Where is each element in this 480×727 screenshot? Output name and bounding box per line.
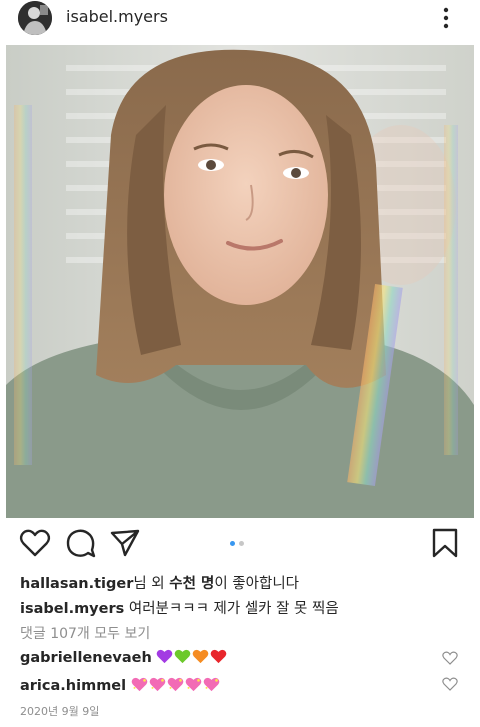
sparkling-heart-icon [149,677,166,692]
profile-avatar-icon [18,1,52,35]
post-date: 2020년 9월 9일 [20,705,100,718]
share-button[interactable] [108,526,142,560]
sparkling-heart-icon [131,677,148,692]
sparkling-heart-icon [167,677,184,692]
comment-bubble-icon [66,529,96,558]
like-button[interactable] [18,526,52,560]
sparkling-heart-icon [185,677,202,692]
post-header: isabel.myers [0,0,480,38]
post-caption: isabel.myers 여러분ㅋㅋㅋ 제가 셀카 잘 못 찍음 [20,597,339,618]
sparkling-heart-icon [203,677,220,692]
paper-plane-icon [110,529,140,557]
likes-summary: hallasan.tiger님 외 수천 명이 좋아합니다 [20,572,299,593]
carousel-dot [239,541,244,546]
comment-item: arica.himmel [20,677,221,694]
more-vertical-icon [443,7,449,29]
likes-text-suffix: 이 좋아합니다 [214,576,299,592]
post-author-username[interactable]: isabel.myers [66,7,168,26]
caption-username[interactable]: isabel.myers [20,601,124,617]
heart-outline-icon [19,529,51,557]
save-button[interactable] [428,526,462,560]
purple-heart-icon [157,649,173,664]
red-heart-icon [211,649,227,664]
carousel-dot-active [230,541,235,546]
green-heart-icon [175,649,191,664]
liker-username[interactable]: hallasan.tiger [20,576,133,592]
post-image[interactable] [6,45,474,518]
caption-text: 여러분ㅋㅋㅋ 제가 셀카 잘 못 찍음 [128,601,339,617]
bookmark-icon [432,528,458,558]
selfie-photo-image [6,45,474,518]
heart-outline-icon [442,651,458,665]
orange-heart-icon [193,649,209,664]
comment-button[interactable] [64,526,98,560]
view-all-comments-link[interactable]: 댓글 107개 모두 보기 [20,623,150,643]
likes-text: 님 외 [133,576,170,592]
comment-like-button[interactable] [442,650,458,665]
comment-like-button[interactable] [442,676,458,691]
carousel-indicator [230,541,250,549]
likes-count[interactable]: 수천 명 [169,576,214,592]
comment-username[interactable]: gabriellenevaeh [20,650,152,666]
comment-item: gabriellenevaeh [20,649,228,666]
more-options-button[interactable] [436,4,456,32]
avatar[interactable] [18,1,52,35]
comment-username[interactable]: arica.himmel [20,678,126,694]
heart-outline-icon [442,677,458,691]
